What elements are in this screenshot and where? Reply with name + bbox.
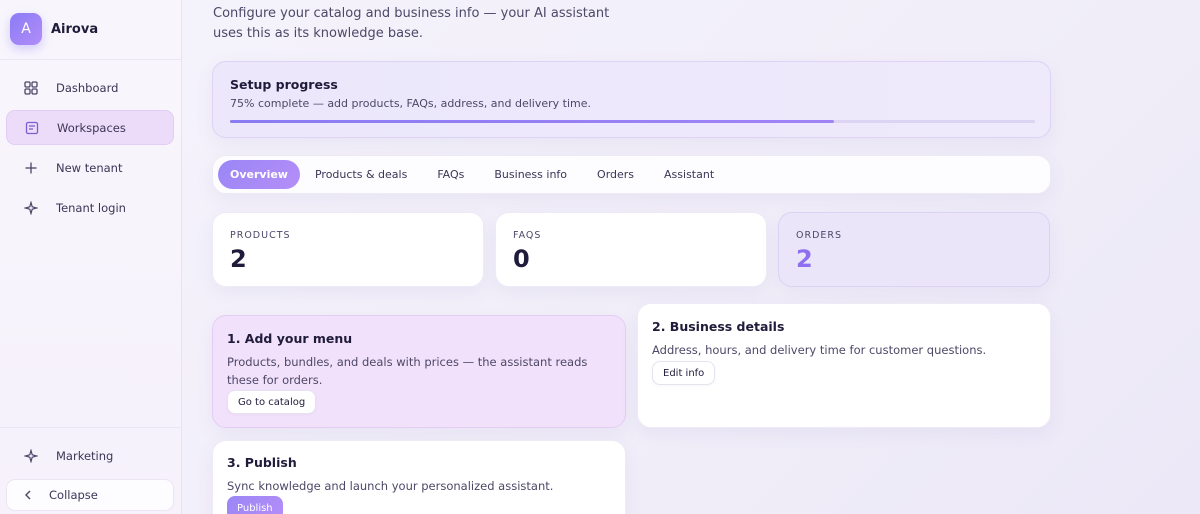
step-description: Sync knowledge and launch your personali… (227, 479, 554, 493)
sidebar-item-label: New tenant (56, 160, 123, 175)
go-to-catalog-button[interactable]: Go to catalog (227, 390, 317, 414)
stat-label: PRODUCTS (230, 230, 291, 241)
step-description: Products, bundles, and deals with prices… (227, 355, 588, 387)
sidebar-item-label: Tenant login (56, 200, 126, 215)
stat-value: 2 (230, 245, 247, 273)
collapse-button[interactable]: Collapse (6, 479, 174, 511)
tab-business-info[interactable]: Business info (479, 160, 582, 189)
tab-products-deals[interactable]: Products & deals (300, 160, 422, 189)
progress-subtitle: 75% complete — add products, FAQs, addre… (230, 97, 592, 110)
sidebar-item-marketing[interactable]: Marketing (6, 438, 174, 473)
sidebar-item-label: Workspaces (57, 120, 126, 135)
stat-value: 2 (796, 245, 813, 273)
collapse-label: Collapse (49, 488, 98, 502)
progress-bar (230, 120, 1035, 123)
brand-name: Airova (51, 21, 99, 37)
sidebar-item-label: Marketing (56, 448, 114, 463)
step-title: 3. Publish (227, 455, 297, 470)
sidebar-divider (0, 59, 181, 60)
stat-card-faqs: FAQS 0 (495, 212, 767, 287)
step-card-business-details: 2. Business details Address, hours, and … (637, 303, 1051, 428)
progress-fill (230, 120, 834, 123)
sidebar-item-new-tenant[interactable]: New tenant (6, 150, 174, 185)
sidebar-item-label: Dashboard (56, 80, 119, 95)
tab-bar: Overview Products & deals FAQs Business … (212, 155, 1051, 194)
step-title: 2. Business details (652, 319, 785, 334)
sidebar-item-workspaces[interactable]: Workspaces (6, 110, 174, 145)
sidebar: A Airova Dashboard Workspaces New tenant (0, 0, 182, 514)
tab-orders[interactable]: Orders (582, 160, 649, 189)
setup-progress-card: Setup progress 75% complete — add produc… (212, 61, 1051, 138)
sparkle-icon (22, 199, 40, 217)
tab-assistant[interactable]: Assistant (649, 160, 729, 189)
stat-card-orders: ORDERS 2 (778, 212, 1050, 287)
edit-info-button[interactable]: Edit info (652, 361, 716, 385)
tab-overview[interactable]: Overview (218, 160, 300, 189)
sidebar-divider (0, 427, 181, 428)
stat-label: ORDERS (796, 230, 843, 241)
tab-faqs[interactable]: FAQs (422, 160, 479, 189)
page-intro: Configure your catalog and business info… (213, 6, 610, 41)
step-card-publish: 3. Publish Sync knowledge and launch you… (212, 440, 626, 514)
sidebar-item-tenant-login[interactable]: Tenant login (6, 190, 174, 225)
stat-card-products: PRODUCTS 2 (212, 212, 484, 287)
stat-value: 0 (513, 245, 530, 273)
plus-icon (22, 159, 40, 177)
chevron-left-icon (19, 486, 37, 504)
sparkle-icon (22, 447, 40, 465)
brand[interactable]: A Airova (10, 13, 98, 45)
sidebar-item-dashboard[interactable]: Dashboard (6, 70, 174, 105)
step-card-add-menu: 1. Add your menu Products, bundles, and … (212, 315, 626, 428)
step-description: Address, hours, and delivery time for cu… (652, 343, 987, 357)
brand-avatar: A (10, 13, 42, 45)
publish-button[interactable]: Publish (227, 496, 283, 514)
grid-icon (22, 79, 40, 97)
workspace-icon (23, 119, 41, 137)
progress-title: Setup progress (230, 77, 338, 92)
stat-label: FAQS (513, 230, 542, 241)
step-title: 1. Add your menu (227, 331, 353, 346)
